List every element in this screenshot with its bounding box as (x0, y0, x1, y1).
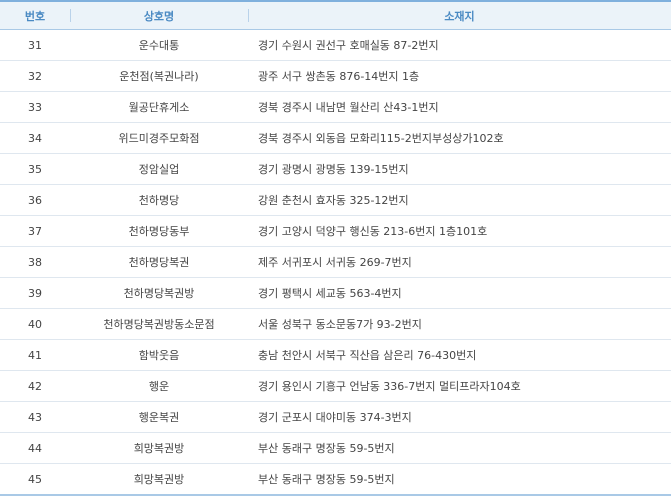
row-number: 33 (0, 91, 70, 123)
row-number: 35 (0, 153, 70, 185)
row-store-name: 위드미경주모화점 (70, 122, 248, 154)
table-row: 44 희망복권방 부산 동래구 명장동 59-5번지 (0, 432, 671, 464)
table-header: 번호 상호명 소재지 (0, 0, 671, 30)
row-address: 광주 서구 쌍촌동 876-14번지 1층 (248, 60, 671, 92)
row-store-name: 행운복권 (70, 401, 248, 433)
table-row: 40 천하명당복권방동소문점 서울 성북구 동소문동7가 93-2번지 (0, 308, 671, 340)
table-row: 38 천하명당복권 제주 서귀포시 서귀동 269-7번지 (0, 246, 671, 278)
table-row: 32 운천점(복권나라) 광주 서구 쌍촌동 876-14번지 1층 (0, 60, 671, 92)
row-store-name: 정암실업 (70, 153, 248, 185)
table-row: 34 위드미경주모화점 경북 경주시 외동읍 모화리115-2번지부성상가102호 (0, 122, 671, 154)
row-address: 충남 천안시 서북구 직산읍 삼은리 76-430번지 (248, 339, 671, 371)
row-store-name: 천하명당복권방동소문점 (70, 308, 248, 340)
row-address: 부산 동래구 명장동 59-5번지 (248, 432, 671, 464)
row-number: 31 (0, 29, 70, 61)
row-address: 경북 경주시 외동읍 모화리115-2번지부성상가102호 (248, 122, 671, 154)
row-store-name: 운천점(복권나라) (70, 60, 248, 92)
row-store-name: 운수대통 (70, 29, 248, 61)
row-store-name: 함박웃음 (70, 339, 248, 371)
row-store-name: 희망복권방 (70, 432, 248, 464)
row-store-name: 천하명당 (70, 184, 248, 216)
row-store-name: 행운 (70, 370, 248, 402)
row-address: 부산 동래구 명장동 59-5번지 (248, 463, 671, 496)
header-address: 소재지 (248, 0, 671, 30)
row-number: 38 (0, 246, 70, 278)
store-list-table: 번호 상호명 소재지 31 운수대통 경기 수원시 권선구 호매실동 87-2번지 3… (0, 0, 671, 496)
table-row: 35 정암실업 경기 광명시 광명동 139-15번지 (0, 153, 671, 185)
row-address: 경기 고양시 덕양구 행신동 213-6번지 1층101호 (248, 215, 671, 247)
row-number: 45 (0, 463, 70, 496)
row-address: 경기 평택시 세교동 563-4번지 (248, 277, 671, 309)
table-row: 36 천하명당 강원 춘천시 효자동 325-12번지 (0, 184, 671, 216)
header-row: 번호 상호명 소재지 (0, 0, 671, 30)
table-row: 39 천하명당복권방 경기 평택시 세교동 563-4번지 (0, 277, 671, 309)
row-number: 34 (0, 122, 70, 154)
row-number: 42 (0, 370, 70, 402)
header-number: 번호 (0, 0, 70, 30)
row-store-name: 천하명당복권 (70, 246, 248, 278)
table-row: 42 행운 경기 용인시 기흥구 언남동 336-7번지 멀티프라자104호 (0, 370, 671, 402)
row-address: 경북 경주시 내남면 월산리 산43-1번지 (248, 91, 671, 123)
row-number: 37 (0, 215, 70, 247)
row-store-name: 천하명당동부 (70, 215, 248, 247)
row-number: 40 (0, 308, 70, 340)
row-address: 서울 성북구 동소문동7가 93-2번지 (248, 308, 671, 340)
header-name: 상호명 (70, 0, 248, 30)
row-address: 강원 춘천시 효자동 325-12번지 (248, 184, 671, 216)
row-store-name: 천하명당복권방 (70, 277, 248, 309)
row-number: 36 (0, 184, 70, 216)
table-row: 45 희망복권방 부산 동래구 명장동 59-5번지 (0, 463, 671, 496)
table-row: 33 월공단휴게소 경북 경주시 내남면 월산리 산43-1번지 (0, 91, 671, 123)
row-address: 경기 수원시 권선구 호매실동 87-2번지 (248, 29, 671, 61)
table-row: 31 운수대통 경기 수원시 권선구 호매실동 87-2번지 (0, 29, 671, 61)
row-address: 경기 용인시 기흥구 언남동 336-7번지 멀티프라자104호 (248, 370, 671, 402)
table-row: 43 행운복권 경기 군포시 대야미동 374-3번지 (0, 401, 671, 433)
row-address: 경기 군포시 대야미동 374-3번지 (248, 401, 671, 433)
table-row: 37 천하명당동부 경기 고양시 덕양구 행신동 213-6번지 1층101호 (0, 215, 671, 247)
row-number: 43 (0, 401, 70, 433)
table-row: 41 함박웃음 충남 천안시 서북구 직산읍 삼은리 76-430번지 (0, 339, 671, 371)
row-store-name: 희망복권방 (70, 463, 248, 496)
row-number: 39 (0, 277, 70, 309)
row-address: 제주 서귀포시 서귀동 269-7번지 (248, 246, 671, 278)
row-number: 44 (0, 432, 70, 464)
row-address: 경기 광명시 광명동 139-15번지 (248, 153, 671, 185)
row-number: 41 (0, 339, 70, 371)
row-number: 32 (0, 60, 70, 92)
row-store-name: 월공단휴게소 (70, 91, 248, 123)
table-body: 31 운수대통 경기 수원시 권선구 호매실동 87-2번지 32 운천점(복권나라) 광… (0, 29, 671, 496)
